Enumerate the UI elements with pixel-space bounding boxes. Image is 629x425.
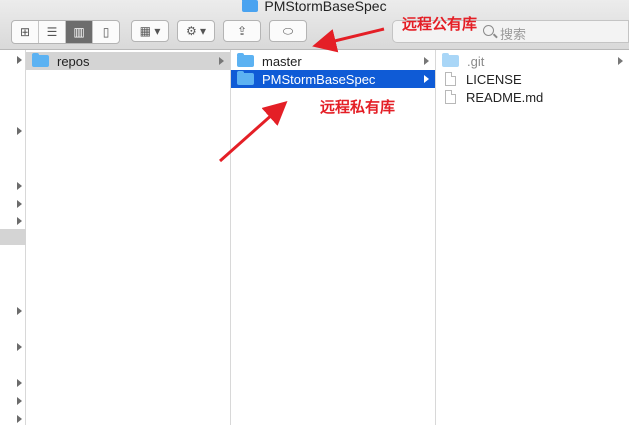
folder-icon [237,53,254,67]
search-placeholder: 搜索 [500,27,527,42]
disclosure-arrow-icon[interactable] [17,182,22,190]
list-item-label: PMStormBaseSpec [262,71,376,87]
icon-view-button[interactable]: ⊞ [12,21,39,43]
file-icon [445,90,456,104]
column-view-icon: ▥ [73,25,85,39]
folder-icon [242,0,259,12]
list-item-pmstormbasespec[interactable]: PMStormBaseSpec [231,70,435,88]
action-button[interactable]: ⚙ ▾ [177,20,215,42]
cover-flow-icon: ▯ [102,25,110,39]
list-item-master[interactable]: master [231,52,435,70]
list-view-button[interactable]: ☰ [39,21,66,43]
disclosure-arrow-icon[interactable] [17,217,22,225]
column-view-button[interactable]: ▥ [66,21,93,43]
tag-button[interactable]: ⬭ [269,20,307,42]
arrange-button[interactable]: ▦ ▾ [131,20,169,42]
selected-row-strip [0,229,26,245]
window-title-text: PMStormBaseSpec [264,0,387,14]
disclosure-arrow-icon[interactable] [17,415,22,423]
gear-icon: ⚙ ▾ [185,24,207,38]
column-parent [0,50,26,425]
share-button[interactable]: ⇪ [223,20,261,42]
list-item-git[interactable]: .git [436,52,629,70]
list-item-label: .git [467,53,485,69]
search-icon [483,25,494,36]
file-icon [445,72,456,86]
tag-icon: ⬭ [282,23,294,38]
list-item-label: repos [57,53,90,69]
disclosure-arrow-icon[interactable] [17,127,22,135]
disclosure-arrow-icon[interactable] [17,397,22,405]
chevron-right-icon [424,75,429,83]
disclosure-arrow-icon[interactable] [17,56,22,64]
icon-view-icon: ⊞ [19,25,31,39]
folder-icon [442,53,459,67]
column-1: repos [26,50,231,425]
list-item-label: README.md [466,89,544,105]
list-item-label: master [262,53,302,69]
list-item-readme[interactable]: README.md [436,88,629,106]
disclosure-arrow-icon[interactable] [17,200,22,208]
disclosure-arrow-icon[interactable] [17,379,22,387]
folder-icon [32,53,49,67]
chevron-right-icon [618,57,623,65]
list-item-license[interactable]: LICENSE [436,70,629,88]
view-mode-segment: ⊞ ☰ ▥ ▯ [11,20,120,44]
list-item-repos[interactable]: repos [26,52,230,70]
share-icon: ⇪ [236,24,248,38]
column-3: .git LICENSE README.md [436,50,629,425]
cover-flow-button[interactable]: ▯ [93,21,119,43]
list-item-label: LICENSE [466,71,522,87]
list-view-icon: ☰ [46,25,58,39]
chevron-right-icon [424,57,429,65]
grid-arrange-icon: ▦ ▾ [139,24,161,38]
toolbar: PMStormBaseSpec ⊞ ☰ ▥ ▯ ▦ ▾ ⚙ ▾ ⇪ ⬭ 搜索 [0,0,629,50]
window-title: PMStormBaseSpec [0,0,629,16]
disclosure-arrow-icon[interactable] [17,343,22,351]
private-repo-annotation: 远程私有库 [320,98,396,116]
disclosure-arrow-icon[interactable] [17,307,22,315]
chevron-right-icon [219,57,224,65]
folder-icon [237,71,254,85]
public-repo-annotation: 远程公有库 [402,15,478,33]
